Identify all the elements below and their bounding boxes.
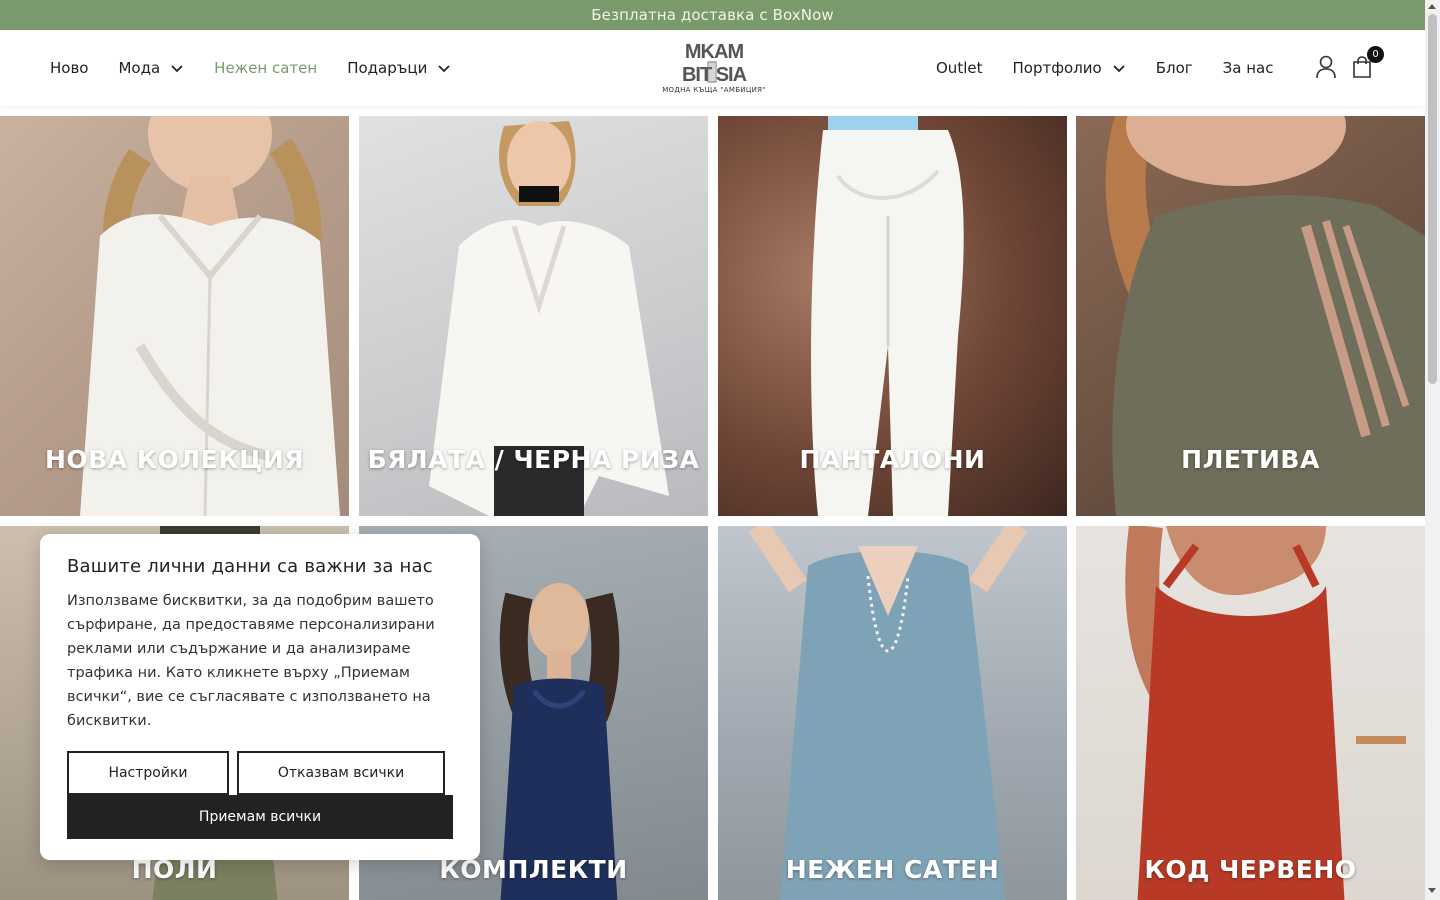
tile-label: КОД ЧЕРВЕНО — [1144, 855, 1357, 884]
scroll-down-arrow-icon[interactable] — [1428, 888, 1436, 893]
cookie-accept-button[interactable]: Приемам всички — [67, 795, 453, 839]
scroll-thumb[interactable] — [1428, 14, 1437, 384]
nav-item-outlet[interactable]: Outlet — [936, 59, 982, 77]
chevron-down-icon — [1112, 61, 1126, 75]
promo-bar: Безплатна доставка с BoxNow — [0, 0, 1425, 30]
tile-label: НЕЖЕН САТЕН — [785, 855, 1000, 884]
logo-mark: MKAM BIT SIA — [682, 41, 748, 84]
nav-item-blog[interactable]: Блог — [1156, 59, 1193, 77]
tile-label: БЯЛАТА / ЧЕРНА РИЗА — [367, 445, 700, 474]
cookie-title: Вашите лични данни са важни за нас — [67, 556, 433, 577]
main-nav-left: Ново Мода Нежен сатен Подаръци — [50, 30, 481, 106]
category-tile-new-collection[interactable]: НОВА КОЛЕКЦИЯ — [0, 116, 349, 516]
chevron-down-icon — [437, 61, 451, 75]
category-tile-trousers[interactable]: ПАНТАЛОНИ — [718, 116, 1067, 516]
site-header: Ново Мода Нежен сатен Подаръци MKAM BIT … — [0, 30, 1425, 106]
category-tile-knitwear[interactable]: ПЛЕТИВА — [1076, 116, 1425, 516]
scroll-up-arrow-icon[interactable] — [1428, 4, 1436, 9]
chevron-down-icon — [170, 61, 184, 75]
tile-label: НОВА КОЛЕКЦИЯ — [44, 445, 305, 474]
tile-label: ПЛЕТИВА — [1181, 445, 1320, 474]
nav-item-gifts[interactable]: Подаръци — [347, 59, 451, 77]
site-logo[interactable]: MKAM BIT SIA МОДНА КЪЩА "АМБИЦИЯ" — [660, 38, 768, 100]
category-tile-soft-satin[interactable]: НЕЖЕН САТЕН — [718, 526, 1067, 900]
nav-item-new[interactable]: Ново — [50, 59, 88, 77]
promo-text: Безплатна доставка с BoxNow — [591, 6, 834, 24]
tile-image-blue-satin-dress — [748, 526, 1028, 900]
tile-image-navy-satin-set — [499, 583, 620, 900]
tile-label: ПАНТАЛОНИ — [799, 445, 986, 474]
cart-count-badge: 0 — [1367, 46, 1384, 63]
tile-image-red-dress — [1125, 526, 1406, 900]
category-tile-white-black-shirt[interactable]: БЯЛАТА / ЧЕРНА РИЗА — [359, 116, 708, 516]
nav-item-soft-satin[interactable]: Нежен сатен — [214, 59, 317, 77]
page-scrollbar[interactable] — [1425, 0, 1440, 900]
cookie-text: Използваме бисквитки, за да подобрим ваш… — [67, 593, 435, 729]
nav-item-about[interactable]: За нас — [1223, 59, 1274, 77]
cookie-consent-dialog: Вашите лични данни са важни за нас Изпол… — [40, 534, 480, 860]
category-tile-code-red[interactable]: КОД ЧЕРВЕНО — [1076, 526, 1425, 900]
main-nav-right: Outlet Портфолио Блог За нас — [936, 30, 1303, 106]
user-account-icon[interactable] — [1315, 55, 1337, 79]
nav-item-fashion[interactable]: Мода — [118, 59, 184, 77]
logo-subtitle: МОДНА КЪЩА "АМБИЦИЯ" — [662, 86, 766, 94]
nav-item-portfolio[interactable]: Портфолио — [1012, 59, 1125, 77]
svg-text:MKAM: MKAM — [685, 41, 744, 63]
cookie-settings-button[interactable]: Настройки — [67, 751, 229, 795]
cookie-reject-button[interactable]: Отказвам всички — [237, 751, 445, 795]
